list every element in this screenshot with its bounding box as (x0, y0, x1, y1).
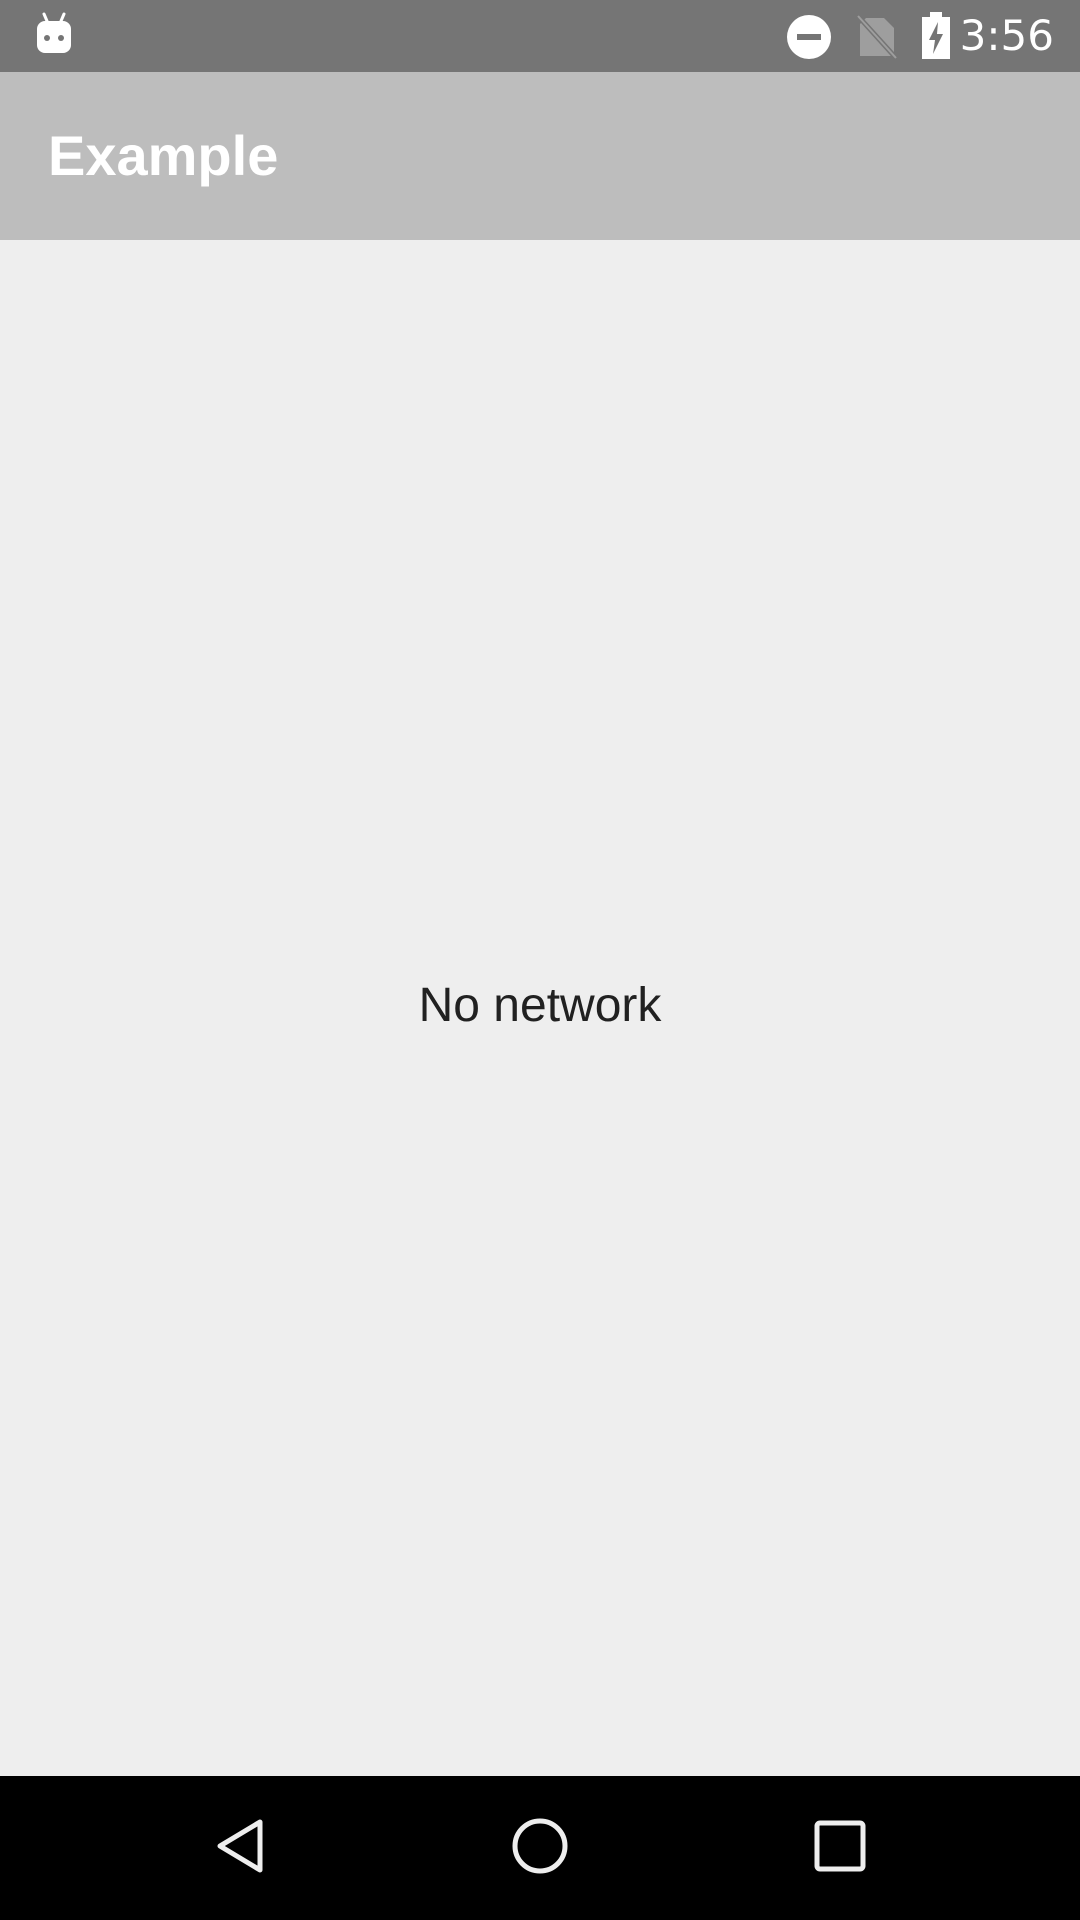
battery-charging-icon (920, 12, 952, 60)
home-icon (510, 1816, 570, 1880)
status-bar: 3:56 (0, 0, 1080, 72)
android-icon (36, 12, 72, 56)
recents-button[interactable] (760, 1776, 920, 1920)
home-button[interactable] (460, 1776, 620, 1920)
navigation-bar (0, 1776, 1080, 1920)
screen: 3:56 Example No network (0, 0, 1080, 1920)
back-button[interactable] (160, 1776, 320, 1920)
status-clock: 3:56 (959, 11, 1054, 60)
do-not-disturb-icon (786, 14, 832, 60)
content-area: No network (0, 240, 1080, 1776)
back-icon (212, 1816, 268, 1880)
no-sim-icon (856, 14, 898, 60)
recents-icon (814, 1820, 866, 1876)
app-bar-title: Example (48, 124, 279, 187)
no-network-message: No network (418, 979, 662, 1032)
app-bar: Example (0, 72, 1080, 240)
